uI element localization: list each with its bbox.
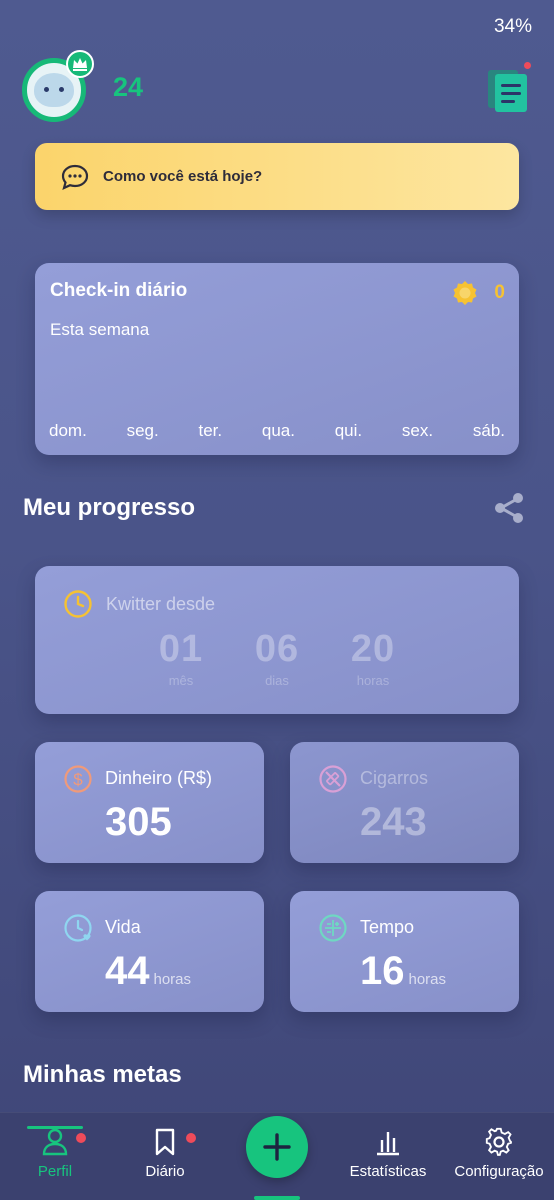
weekday-label[interactable]: qui. (335, 421, 362, 441)
calculator-icon (319, 914, 347, 942)
hours-counter: 20 horas (333, 628, 413, 688)
days-value: 06 (254, 628, 300, 670)
time-value: 16 (360, 949, 405, 993)
quit-duration-card[interactable]: Kwitter desde 01 mês 06 dias 20 horas (35, 566, 519, 714)
cigarettes-label: Cigarros (360, 768, 429, 788)
life-unit: horas (153, 971, 192, 988)
no-smoking-icon (319, 765, 347, 793)
checkin-title: Check-in diário (50, 280, 188, 301)
battery-level: 34% (493, 16, 532, 37)
person-icon (42, 1128, 68, 1156)
weekday-label[interactable]: dom. (49, 421, 87, 441)
weekday-label[interactable]: qua. (262, 421, 295, 441)
daily-checkin-card[interactable]: Check-in diário 0 Esta semana dom. seg. … (35, 263, 519, 455)
clock-heart-icon (64, 914, 92, 942)
tab-diary[interactable]: Diário (110, 1127, 220, 1180)
cigarettes-value: 243 (360, 800, 427, 844)
coin-icon (453, 281, 477, 305)
months-unit: mês (168, 673, 194, 688)
progress-section-title: Meu progresso (23, 494, 196, 521)
tab-settings-label: Configuração (454, 1163, 544, 1180)
bookmark-icon (155, 1128, 175, 1156)
notes-button[interactable] (486, 60, 533, 114)
gear-icon (485, 1127, 512, 1156)
cigarettes-avoided-card[interactable]: Cigarros 243 (290, 742, 519, 863)
tab-profile-label: Perfil (37, 1163, 73, 1180)
tab-diary-label: Diário (145, 1163, 185, 1180)
tab-statistics-label: Estatísticas (349, 1163, 427, 1180)
time-label: Tempo (360, 917, 415, 937)
time-saved-card[interactable]: Tempo 16 horas (290, 891, 519, 1012)
months-counter: 01 mês (141, 628, 221, 688)
notes-icon (488, 70, 527, 112)
coin-balance: 0 (452, 280, 505, 306)
chat-bubble-icon (61, 164, 89, 190)
level-counter: 24 (113, 72, 144, 102)
tab-statistics[interactable]: Estatísticas (333, 1127, 443, 1180)
days-counter: 06 dias (237, 628, 317, 688)
dollar-icon: $ (64, 765, 92, 793)
time-unit: horas (408, 971, 447, 988)
mood-prompt-text: Como você está hoje? (103, 168, 263, 185)
tab-settings[interactable]: Configuração (444, 1127, 554, 1180)
life-value-line: 44 horas (105, 949, 191, 994)
weekday-label[interactable]: seg. (127, 421, 159, 441)
money-saved-card[interactable]: $ Dinheiro (R$) 305 (35, 742, 264, 863)
active-tab-indicator (27, 1126, 83, 1129)
add-button[interactable] (246, 1116, 308, 1178)
home-indicator (254, 1196, 300, 1200)
plus-icon (263, 1133, 291, 1161)
notification-dot (76, 1133, 86, 1143)
weekday-label[interactable]: ter. (198, 421, 222, 441)
days-unit: dias (265, 673, 289, 688)
status-bar: 34% (0, 0, 554, 48)
avatar-image (34, 73, 74, 107)
weekday-label[interactable]: sex. (402, 421, 433, 441)
clock-icon (64, 590, 92, 618)
life-regained-card[interactable]: Vida 44 horas (35, 891, 264, 1012)
weekday-label[interactable]: sáb. (473, 421, 505, 441)
months-value: 01 (158, 628, 204, 670)
crown-icon (66, 50, 94, 78)
notification-dot (522, 60, 533, 71)
life-value: 44 (105, 949, 150, 993)
money-label: Dinheiro (R$) (105, 768, 213, 788)
money-value: 305 (105, 800, 172, 844)
share-button[interactable] (492, 491, 526, 525)
coin-count: 0 (494, 282, 505, 303)
hours-value: 20 (350, 628, 396, 670)
checkin-subtitle: Esta semana (50, 320, 150, 339)
life-label: Vida (105, 917, 141, 937)
profile-header: 24 (0, 50, 554, 132)
share-icon (495, 493, 523, 523)
notification-dot (186, 1133, 196, 1143)
time-value-line: 16 horas (360, 949, 446, 994)
bar-chart-icon (377, 1132, 399, 1156)
goals-section-title: Minhas metas (23, 1061, 182, 1088)
quit-duration-label: Kwitter desde (106, 594, 216, 614)
tab-profile[interactable]: Perfil (0, 1126, 110, 1180)
hours-unit: horas (356, 673, 390, 688)
mood-prompt-card[interactable]: Como você está hoje? (35, 143, 519, 210)
svg-text:$: $ (73, 770, 83, 789)
weekday-row: dom. seg. ter. qua. qui. sex. sáb. (49, 421, 505, 441)
